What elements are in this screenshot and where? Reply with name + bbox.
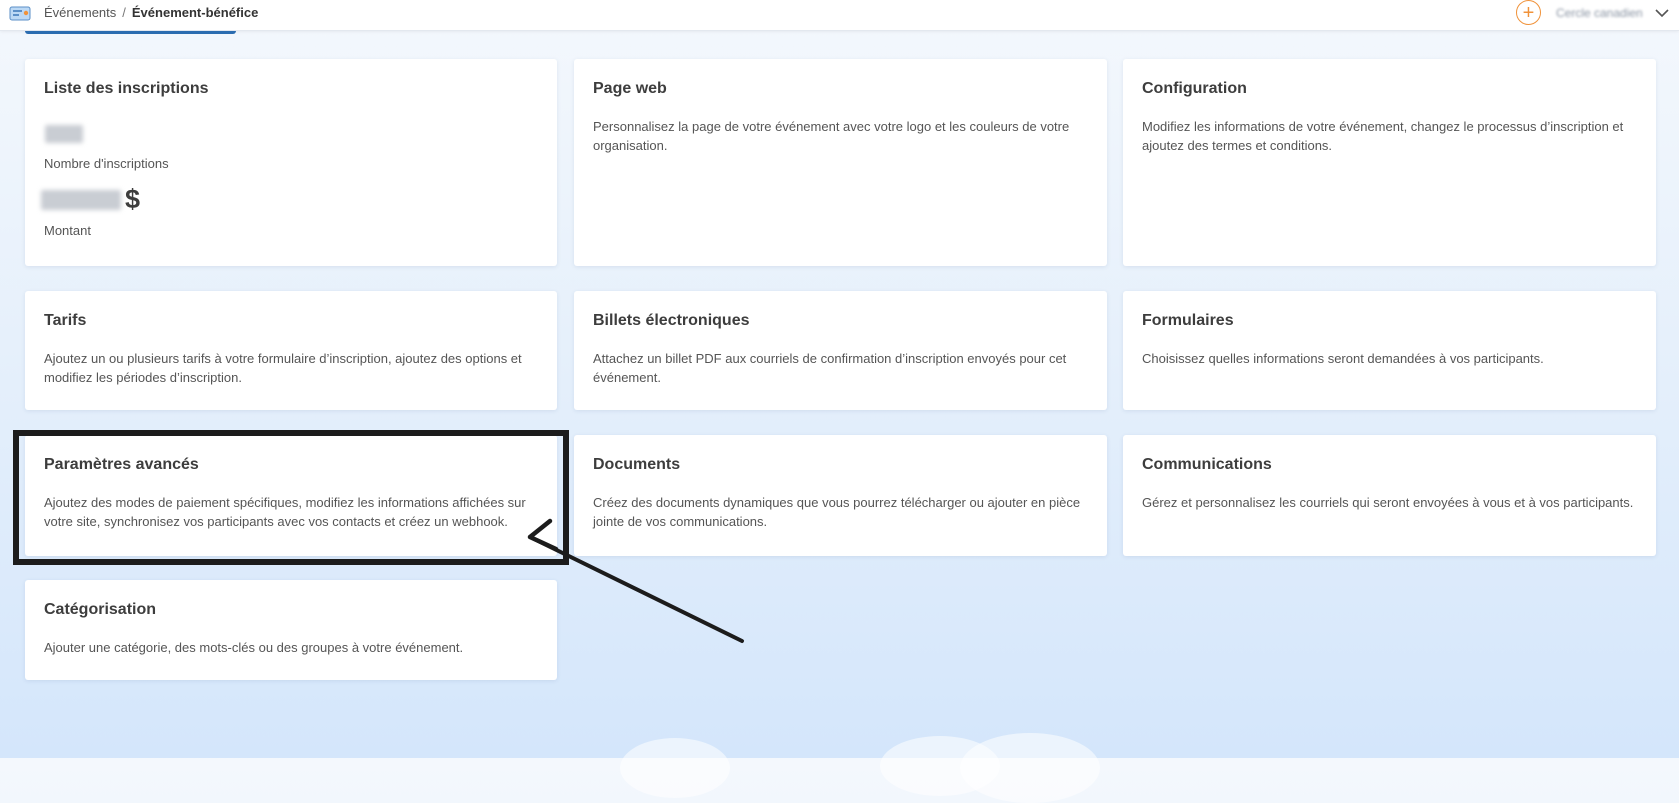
card-description: Créez des documents dynamiques que vous … <box>593 495 1081 529</box>
amount-redacted <box>41 190 121 210</box>
card-documents[interactable]: Documents Créez des documents dynamiques… <box>574 435 1107 556</box>
card-title: Liste des inscriptions <box>44 80 209 97</box>
user-account-name[interactable]: Cercle canadien <box>1556 6 1648 20</box>
breadcrumb-current: Événement-bénéfice <box>131 5 259 20</box>
card-title: Paramètres avancés <box>44 456 199 473</box>
currency-symbol: $ <box>125 184 141 214</box>
card-description: Ajoutez un ou plusieurs tarifs à votre f… <box>44 351 522 385</box>
decorative-cloud <box>960 733 1100 803</box>
card-communications[interactable]: Communications Gérez et personnalisez le… <box>1123 435 1656 556</box>
card-e-tickets[interactable]: Billets électroniques Attachez un billet… <box>574 291 1107 410</box>
card-categorization[interactable]: Catégorisation Ajouter une catégorie, de… <box>25 580 557 680</box>
card-forms[interactable]: Formulaires Choisissez quelles informati… <box>1123 291 1656 410</box>
card-configuration[interactable]: Configuration Modifiez les informations … <box>1123 59 1656 266</box>
card-title: Catégorisation <box>44 601 157 618</box>
top-bar: Événements / Événement-bénéfice + Cercle c… <box>0 0 1679 31</box>
breadcrumb-separator: / <box>122 5 126 20</box>
registration-count-label: Nombre d'inscriptions <box>44 156 169 171</box>
card-title: Documents <box>593 456 681 473</box>
card-description: Choisissez quelles informations seront d… <box>1142 351 1544 366</box>
card-registrations[interactable]: Liste des inscriptions Nombre d'inscript… <box>25 59 557 266</box>
card-advanced-settings[interactable]: Paramètres avancés Ajoutez des modes de … <box>25 435 557 556</box>
card-description: Ajoutez des modes de paiement spécifique… <box>44 495 526 529</box>
card-rates[interactable]: Tarifs Ajoutez un ou plusieurs tarifs à … <box>25 291 557 410</box>
breadcrumb: Événements / Événement-bénéfice <box>44 5 258 20</box>
card-description: Personnalisez la page de votre événement… <box>593 119 1070 153</box>
breadcrumb-events-link[interactable]: Événements <box>44 5 116 20</box>
card-title: Billets électroniques <box>593 312 750 329</box>
card-title: Tarifs <box>44 312 87 329</box>
decorative-cloud <box>620 738 730 798</box>
event-ticket-icon[interactable] <box>8 3 32 23</box>
registration-count-redacted <box>45 125 83 143</box>
card-title: Page web <box>593 80 667 97</box>
chevron-down-icon[interactable] <box>1654 7 1670 19</box>
amount-label: Montant <box>44 223 91 238</box>
card-title: Communications <box>1142 456 1272 473</box>
card-webpage[interactable]: Page web Personnalisez la page de votre … <box>574 59 1107 266</box>
card-description: Ajouter une catégorie, des mots-clés ou … <box>44 640 464 655</box>
active-tab-indicator <box>25 31 236 34</box>
card-description: Attachez un billet PDF aux courriels de … <box>593 351 1067 385</box>
card-description: Modifiez les informations de votre événe… <box>1142 119 1624 153</box>
add-button[interactable]: + <box>1516 0 1541 25</box>
card-title: Formulaires <box>1142 312 1234 329</box>
card-title: Configuration <box>1142 80 1247 97</box>
card-description: Gérez et personnalisez les courriels qui… <box>1142 495 1634 510</box>
